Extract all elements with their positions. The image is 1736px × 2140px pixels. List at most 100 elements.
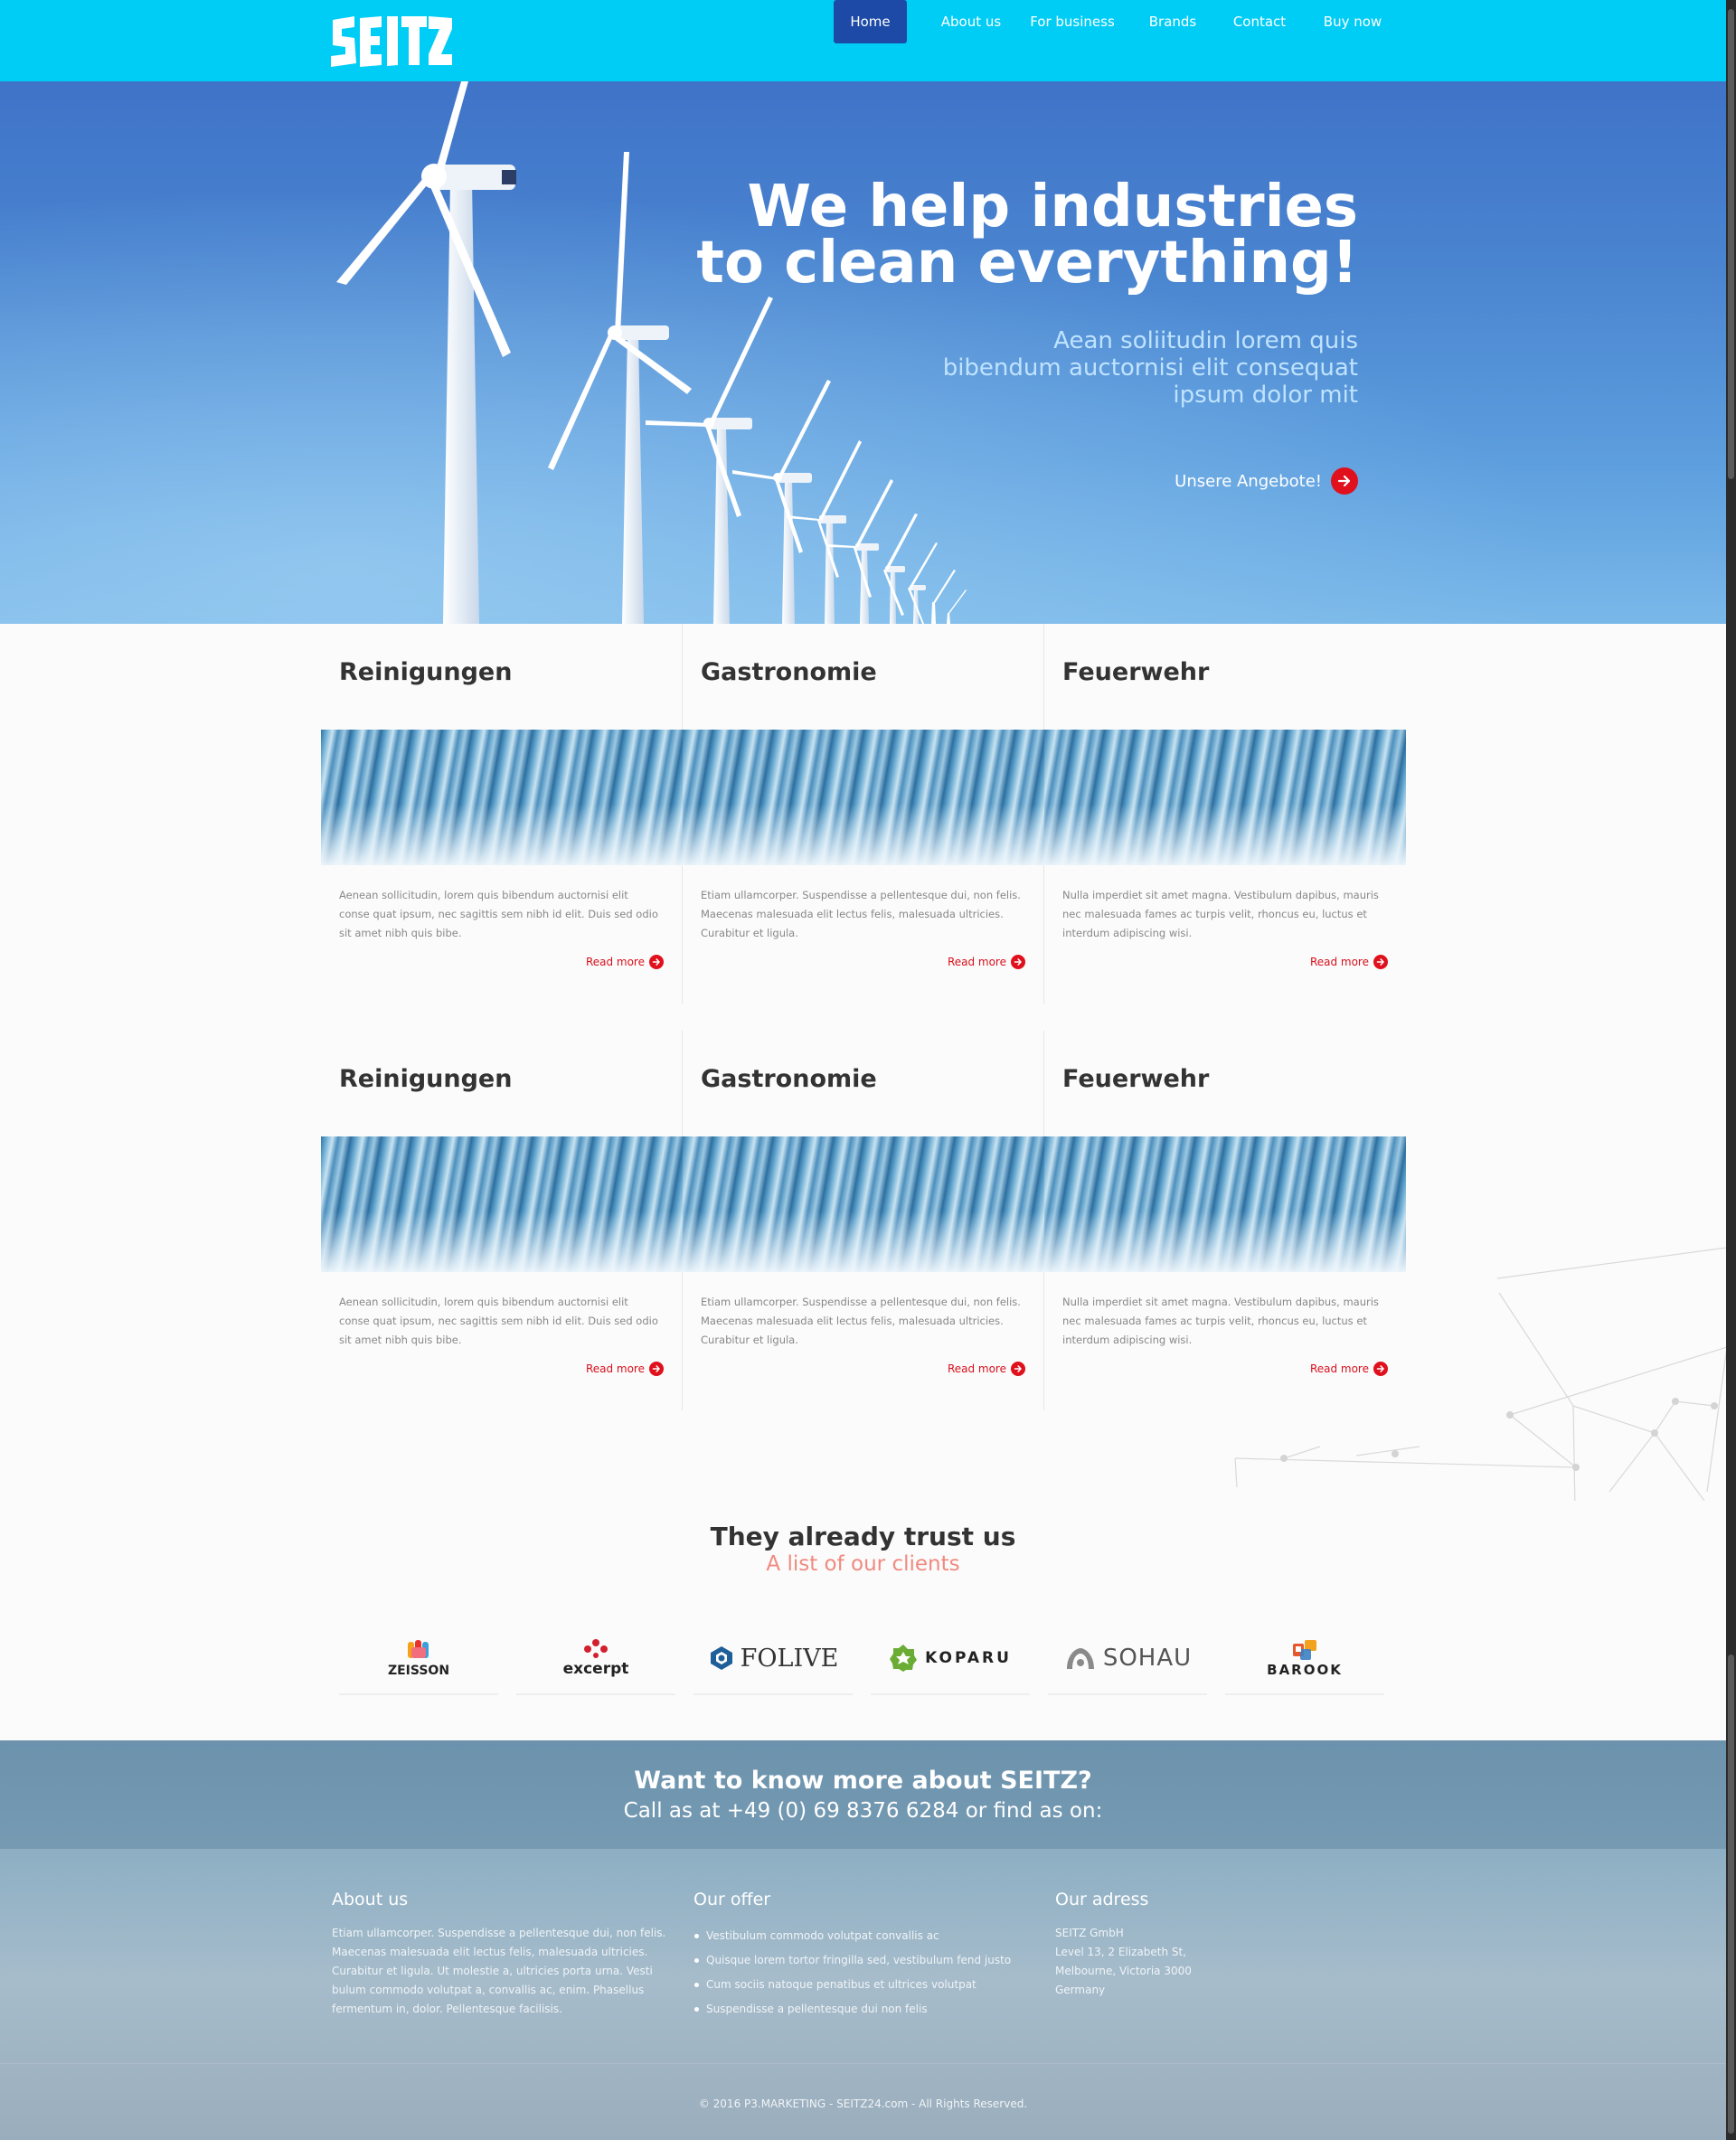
wind-turbines-image [0,81,1726,624]
arrow-right-icon [649,955,664,969]
service-card: Reinigungen Aenean sollicitudin, lorem q… [321,624,683,1004]
arrow-right-icon [1011,1362,1025,1376]
waterfall-image [683,730,1044,865]
hero-banner: We help industries to clean everything! … [0,81,1726,624]
card-title: Feuerwehr [1062,658,1210,686]
waterfall-image [683,1136,1044,1272]
hero-offers-link[interactable]: Unsere Angebote! [1175,467,1358,495]
card-title: Reinigungen [339,1065,513,1093]
card-description-line: nec malesuada fames ac turpis velit, rho… [1062,908,1367,920]
waterfall-image [321,1136,683,1272]
arrow-right-icon [649,1362,664,1376]
client-logo-sohau[interactable]: SOHAU [1048,1623,1207,1695]
card-description-line: interdum adipiscing wisi. [1062,927,1193,939]
card-title: Gastronomie [701,1065,877,1093]
footer-offer-list: Vestibulum commodo volutpat convallis ac… [693,1924,1037,2022]
read-more-link[interactable]: Read more [1310,955,1388,969]
client-logo-name: excerpt [562,1660,629,1678]
hero-subtitle-line3: ipsum dolor mit [1173,382,1358,409]
card-description-line: Nulla imperdiet sit amet magna. Vestibul… [1062,889,1379,901]
card-description-line: Maecenas malesuada elit lectus felis, ma… [701,908,1004,920]
nav-contact[interactable]: Contact [1226,0,1293,43]
client-logo-koparu[interactable]: KOPARU [871,1623,1030,1695]
footer-offer-item[interactable]: Cum sociis natoque penatibus et ultrices… [693,1973,1037,1997]
footer-divider [0,2063,1726,2064]
footer-offer-item[interactable]: Vestibulum commodo volutpat convallis ac [693,1924,1037,1948]
client-logo-zeisson[interactable]: ZEISSON [339,1623,498,1695]
footer-address-line: Level 13, 2 Elizabeth St, [1055,1946,1187,1958]
nav-buy-now[interactable]: Buy now [1316,0,1389,43]
read-more-link[interactable]: Read more [948,1362,1025,1376]
card-description: Aenean sollicitudin, lorem quis bibendum… [339,1293,669,1350]
footer-address-title: Our adress [1055,1890,1149,1909]
nav-for-business[interactable]: For business [1027,0,1118,43]
card-description-line: conse quat ipsum, nec sagittis sem nibh … [339,908,658,920]
folive-logo-icon [710,1646,732,1670]
footer-offer-title: Our offer [693,1890,771,1909]
arrow-right-icon [1011,955,1025,969]
card-description: Nulla imperdiet sit amet magna. Vestibul… [1062,886,1392,943]
card-description-line: sit amet nibh quis bibe. [339,1334,462,1346]
client-logo-name: KOPARU [925,1649,1012,1667]
barook-logo-icon [1293,1640,1316,1660]
service-card: Gastronomie Etiam ullamcorper. Suspendis… [683,1031,1044,1410]
footer-copyright: © 2016 P3.MARKETING - SEITZ24.com - All … [698,2098,1028,2110]
clients-heading: They already trust us [710,1522,1016,1551]
page-scrollbar[interactable] [1726,0,1736,2140]
footer-offer-column: Our offer Vestibulum commodo volutpat co… [693,1890,1037,2022]
card-description-line: conse quat ipsum, nec sagittis sem nibh … [339,1315,658,1327]
card-description-line: Curabitur et ligula. [701,927,798,939]
hero-subtitle-line1: Aean soliitudin lorem quis [1053,327,1358,354]
client-logo-name: FOLIVE [740,1644,839,1673]
service-card: Reinigungen Aenean sollicitudin, lorem q… [321,1031,683,1410]
footer-about-line: Curabitur et ligula. Ut molestie a, ultr… [332,1965,653,1977]
read-more-link[interactable]: Read more [948,955,1025,969]
footer-address-line: Melbourne, Victoria 3000 [1055,1965,1192,1977]
read-more-link[interactable]: Read more [586,955,664,969]
seitz-logo[interactable] [326,11,452,72]
read-more-label: Read more [585,956,645,968]
footer-address-text: SEITZ GmbH Level 13, 2 Elizabeth St, Mel… [1055,1924,1399,2000]
nav-about-us[interactable]: About us [933,0,1009,43]
card-description-line: Etiam ullamcorper. Suspendisse a pellent… [701,1296,1021,1308]
client-logo-folive[interactable]: FOLIVE [693,1623,853,1695]
nav-brands[interactable]: Brands [1144,0,1202,43]
hero-headline: We help industries to clean everything! [544,178,1358,297]
scrollbar-thumb[interactable] [1728,1654,1734,2134]
client-logo-excerpt[interactable]: excerpt [516,1623,675,1695]
card-description-line: sit amet nibh quis bibe. [339,927,462,939]
read-more-label: Read more [585,1362,645,1375]
arrow-right-icon [1373,955,1388,969]
footer-about-title: About us [332,1890,409,1909]
card-description-line: Etiam ullamcorper. Suspendisse a pellent… [701,889,1021,901]
logo-wordmark [331,16,452,67]
read-more-link[interactable]: Read more [586,1362,664,1376]
card-description-line: Curabitur et ligula. [701,1334,798,1346]
sohau-logo-icon [1066,1648,1094,1669]
services-row-1: Reinigungen Aenean sollicitudin, lorem q… [321,624,1406,1004]
footer-offer-item[interactable]: Quisque lorem tortor fringilla sed, vest… [693,1948,1037,1973]
read-more-label: Read more [947,956,1006,968]
network-lines-decoration [1234,1247,1727,1501]
card-description: Etiam ullamcorper. Suspendisse a pellent… [701,1293,1031,1350]
card-title: Gastronomie [701,658,877,686]
card-description-line: Aenean sollicitudin, lorem quis bibendum… [339,1296,628,1308]
client-logo-barook[interactable]: BAROOK [1225,1623,1384,1695]
footer-about-line: Maecenas malesuada elit lectus felis, ma… [332,1946,648,1958]
footer-contact-band [0,1740,1726,1849]
hero-headline-line2: to clean everything! [696,230,1358,297]
footer-about-column: About us Etiam ullamcorper. Suspendisse … [332,1890,675,2019]
excerpt-logo-icon [584,1639,608,1658]
footer-call-text: Call as at +49 (0) 69 8376 6284 or find … [623,1799,1103,1823]
client-logo-name: BAROOK [1267,1662,1343,1678]
hero-offers-label: Unsere Angebote! [1175,471,1322,491]
scrollbar-thumb[interactable] [1728,9,1734,479]
footer-address-column: Our adress SEITZ GmbH Level 13, 2 Elizab… [1055,1890,1399,2000]
zeisson-logo-icon [408,1640,429,1658]
footer-offer-item[interactable]: Suspendisse a pellentesque dui non felis [693,1997,1037,2022]
nav-home[interactable]: Home [834,0,907,43]
footer: Want to know more about SEITZ? Call as a… [0,1740,1726,2140]
waterfall-image [1044,730,1406,865]
hero-subtitle: Aean soliitudin lorem quis bibendum auct… [906,327,1358,409]
hero-subtitle-line2: bibendum auctornisi elit consequat [942,354,1358,382]
